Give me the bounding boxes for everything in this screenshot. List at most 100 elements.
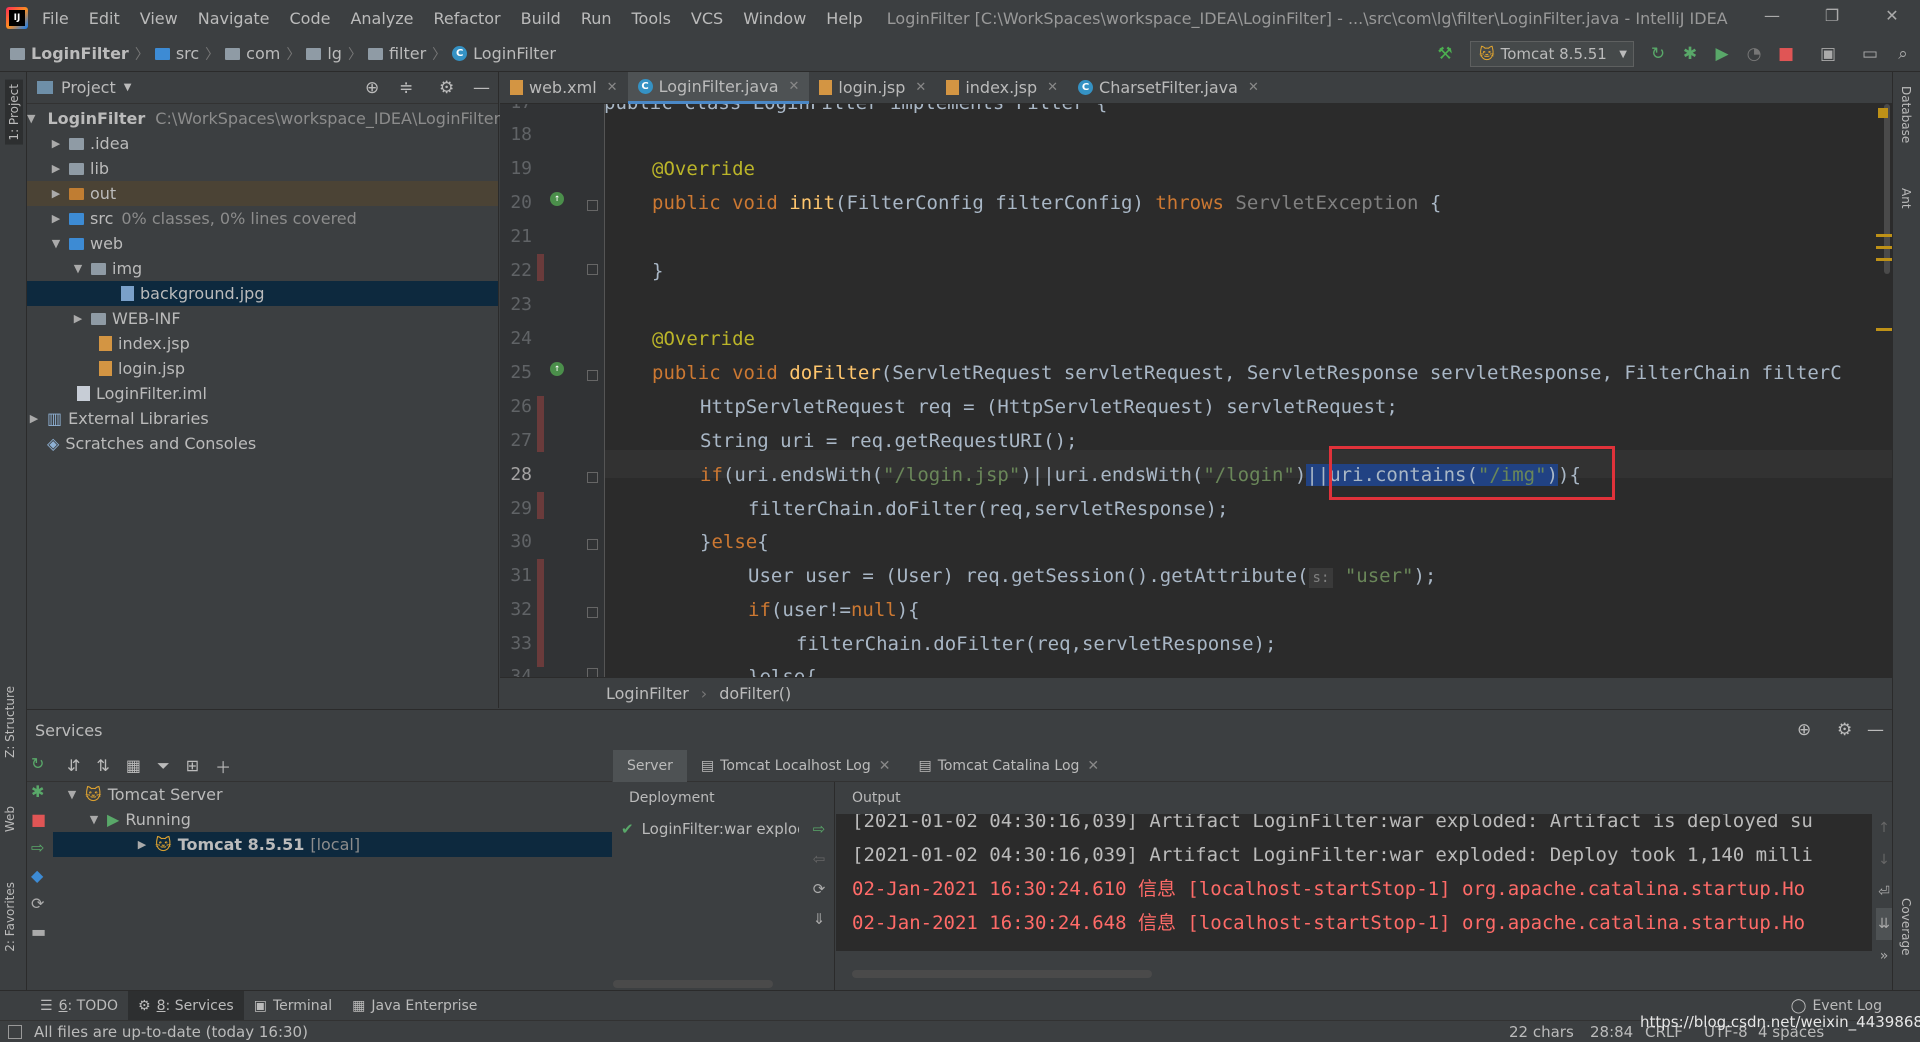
collapse-arrow-icon[interactable]: ▶ bbox=[49, 137, 63, 150]
tree-item-web-inf[interactable]: ▶ WEB-INF bbox=[27, 306, 498, 331]
horizontal-scrollbar[interactable] bbox=[613, 980, 773, 988]
tab-catalina-log[interactable]: ▤ Tomcat Catalina Log ✕ bbox=[904, 750, 1113, 782]
warning-marker[interactable] bbox=[1876, 234, 1892, 237]
close-tab-icon[interactable]: ✕ bbox=[607, 80, 618, 95]
warning-marker[interactable] bbox=[1876, 258, 1892, 261]
expand-arrow-icon[interactable]: ▼ bbox=[65, 788, 79, 801]
project-tool-button[interactable]: 1: Project bbox=[5, 80, 23, 145]
tab-charsetfilter-java[interactable]: C CharsetFilter.java ✕ bbox=[1068, 72, 1269, 104]
warning-marker[interactable] bbox=[1876, 246, 1892, 249]
profile-icon[interactable]: ◔ bbox=[1744, 44, 1764, 64]
collapse-all-icon[interactable]: ≑ bbox=[399, 78, 413, 98]
collapse-all-icon[interactable]: ⇅ bbox=[96, 756, 109, 775]
tree-item-tomcat-server[interactable]: ▼ 🐱 Tomcat Server bbox=[27, 782, 612, 807]
menu-refactor[interactable]: Refactor bbox=[434, 9, 501, 28]
todo-tool-button[interactable]: ☰ 6: TODO bbox=[30, 991, 128, 1021]
fold-marker-icon[interactable] bbox=[587, 472, 598, 483]
more-icon[interactable]: » bbox=[1876, 940, 1892, 972]
collapse-arrow-icon[interactable]: ▶ bbox=[49, 212, 63, 225]
output-console[interactable]: [2021-01-02 04:30:16,039] Artifact Login… bbox=[836, 814, 1872, 951]
undeploy-icon[interactable]: ⇦ bbox=[805, 844, 833, 874]
rerun-icon[interactable]: ↻ bbox=[31, 754, 53, 782]
breadcrumb-src[interactable]: src bbox=[154, 44, 199, 63]
menu-analyze[interactable]: Analyze bbox=[350, 9, 413, 28]
fold-marker-icon[interactable] bbox=[587, 200, 598, 211]
collapse-arrow-icon[interactable]: ▶ bbox=[27, 412, 41, 425]
debug-icon[interactable]: ✱ bbox=[1680, 44, 1700, 64]
collapse-arrow-icon[interactable]: ▶ bbox=[49, 162, 63, 175]
breadcrumb-com[interactable]: com bbox=[225, 44, 280, 63]
vcs-change-marker[interactable] bbox=[537, 396, 544, 424]
tab-server[interactable]: Server bbox=[613, 749, 687, 782]
vcs-change-marker[interactable] bbox=[537, 424, 544, 452]
run-config-select[interactable]: 🐱 Tomcat 8.5.51 ▼ bbox=[1470, 41, 1634, 67]
tab-loginfilter-java[interactable]: C LoginFilter.java ✕ bbox=[627, 71, 810, 104]
update-icon[interactable]: ⇓ bbox=[805, 904, 833, 934]
breadcrumb-filter[interactable]: filter bbox=[367, 44, 426, 63]
close-tab-icon[interactable]: ✕ bbox=[915, 80, 926, 95]
up-icon[interactable]: ↑ bbox=[1876, 812, 1892, 844]
rerun-icon[interactable]: ↻ bbox=[1648, 44, 1668, 64]
scroll-to-end-icon[interactable]: ⇊ bbox=[1876, 908, 1892, 940]
collapse-arrow-icon[interactable]: ▶ bbox=[135, 838, 149, 851]
tree-item-login-jsp[interactable]: login.jsp bbox=[27, 356, 498, 381]
tree-item-tomcat-8551[interactable]: ▶ 🐱 Tomcat 8.5.51 [local] bbox=[53, 832, 612, 857]
add-icon[interactable]: ＋ bbox=[215, 754, 231, 778]
ant-tool-button[interactable]: Ant bbox=[1899, 188, 1913, 209]
expand-all-icon[interactable]: ⇵ bbox=[67, 756, 80, 775]
services-tool-button[interactable]: ⚙ 8: Services bbox=[128, 990, 244, 1021]
override-marker-icon[interactable]: ↑ bbox=[550, 362, 564, 376]
menu-window[interactable]: Window bbox=[743, 9, 806, 28]
gear-icon[interactable]: ⚙ bbox=[1837, 720, 1852, 740]
breadcrumb-lg[interactable]: lg bbox=[306, 44, 342, 63]
tree-item-out[interactable]: ▶ out bbox=[27, 181, 498, 206]
fold-marker-icon[interactable] bbox=[587, 539, 598, 550]
close-tab-icon[interactable]: ✕ bbox=[1047, 80, 1058, 95]
tree-item-scratches[interactable]: ◈ Scratches and Consoles bbox=[27, 431, 498, 456]
menu-tools[interactable]: Tools bbox=[632, 9, 671, 28]
tree-item-index-jsp[interactable]: index.jsp bbox=[27, 331, 498, 356]
fold-marker-icon[interactable] bbox=[587, 607, 598, 618]
tree-item-img[interactable]: ▼ img bbox=[27, 256, 498, 281]
locate-icon[interactable]: ⊕ bbox=[365, 78, 379, 98]
java-enterprise-tool-button[interactable]: ▦ Java Enterprise bbox=[342, 991, 487, 1021]
tab-localhost-log[interactable]: ▤ Tomcat Localhost Log ✕ bbox=[687, 750, 905, 782]
breadcrumb-method[interactable]: doFilter() bbox=[719, 684, 791, 703]
close-tab-icon[interactable]: ✕ bbox=[879, 758, 891, 774]
expand-arrow-icon[interactable]: ▼ bbox=[27, 112, 35, 125]
fold-marker-icon[interactable] bbox=[587, 264, 598, 275]
build-hammer-icon[interactable]: ⚒ bbox=[1435, 44, 1455, 64]
chevron-down-icon[interactable]: ▼ bbox=[124, 82, 132, 93]
menu-view[interactable]: View bbox=[140, 9, 178, 28]
inspection-status-icon[interactable] bbox=[1878, 108, 1888, 118]
locate-icon[interactable]: ⊕ bbox=[1797, 720, 1811, 740]
down-icon[interactable]: ↓ bbox=[1876, 844, 1892, 876]
breadcrumb-class[interactable]: C LoginFilter bbox=[452, 44, 556, 63]
search-icon[interactable]: ⌕ bbox=[1893, 44, 1913, 64]
menu-help[interactable]: Help bbox=[826, 9, 862, 28]
menu-build[interactable]: Build bbox=[521, 9, 561, 28]
tree-item-background-jpg[interactable]: background.jpg bbox=[27, 281, 498, 306]
layout-icon[interactable]: ▭ bbox=[1860, 44, 1880, 64]
close-icon[interactable]: ✕ bbox=[1882, 6, 1902, 28]
stop-icon[interactable]: ■ bbox=[1776, 44, 1796, 64]
structure-tool-button[interactable]: Z: Structure bbox=[3, 686, 17, 758]
override-marker-icon[interactable]: ↑ bbox=[550, 192, 564, 206]
run-coverage-icon[interactable]: ▶ bbox=[1712, 44, 1732, 64]
vcs-change-marker[interactable] bbox=[537, 559, 544, 667]
soft-wrap-icon[interactable]: ⏎ bbox=[1876, 876, 1892, 908]
tab-web-xml[interactable]: web.xml ✕ bbox=[500, 72, 628, 104]
menu-file[interactable]: File bbox=[42, 9, 69, 28]
group-icon[interactable]: ▦ bbox=[126, 756, 141, 775]
expand-arrow-icon[interactable]: ▼ bbox=[87, 813, 101, 826]
tab-index-jsp[interactable]: index.jsp ✕ bbox=[936, 72, 1068, 104]
terminal-tool-button[interactable]: ▣ Terminal bbox=[244, 991, 342, 1021]
project-panel-title[interactable]: Project bbox=[61, 78, 116, 97]
collapse-arrow-icon[interactable]: ▶ bbox=[49, 187, 63, 200]
favorites-tool-button[interactable]: 2: Favorites bbox=[3, 882, 17, 952]
code-editor[interactable]: 17 18 19 20 21 22 23 24 25 26 27 28 29 3… bbox=[500, 104, 1892, 677]
collapse-arrow-icon[interactable]: ▶ bbox=[71, 312, 85, 325]
refresh-icon[interactable]: ⟳ bbox=[805, 874, 833, 904]
web-tool-button[interactable]: Web bbox=[3, 806, 17, 832]
menu-navigate[interactable]: Navigate bbox=[198, 9, 270, 28]
